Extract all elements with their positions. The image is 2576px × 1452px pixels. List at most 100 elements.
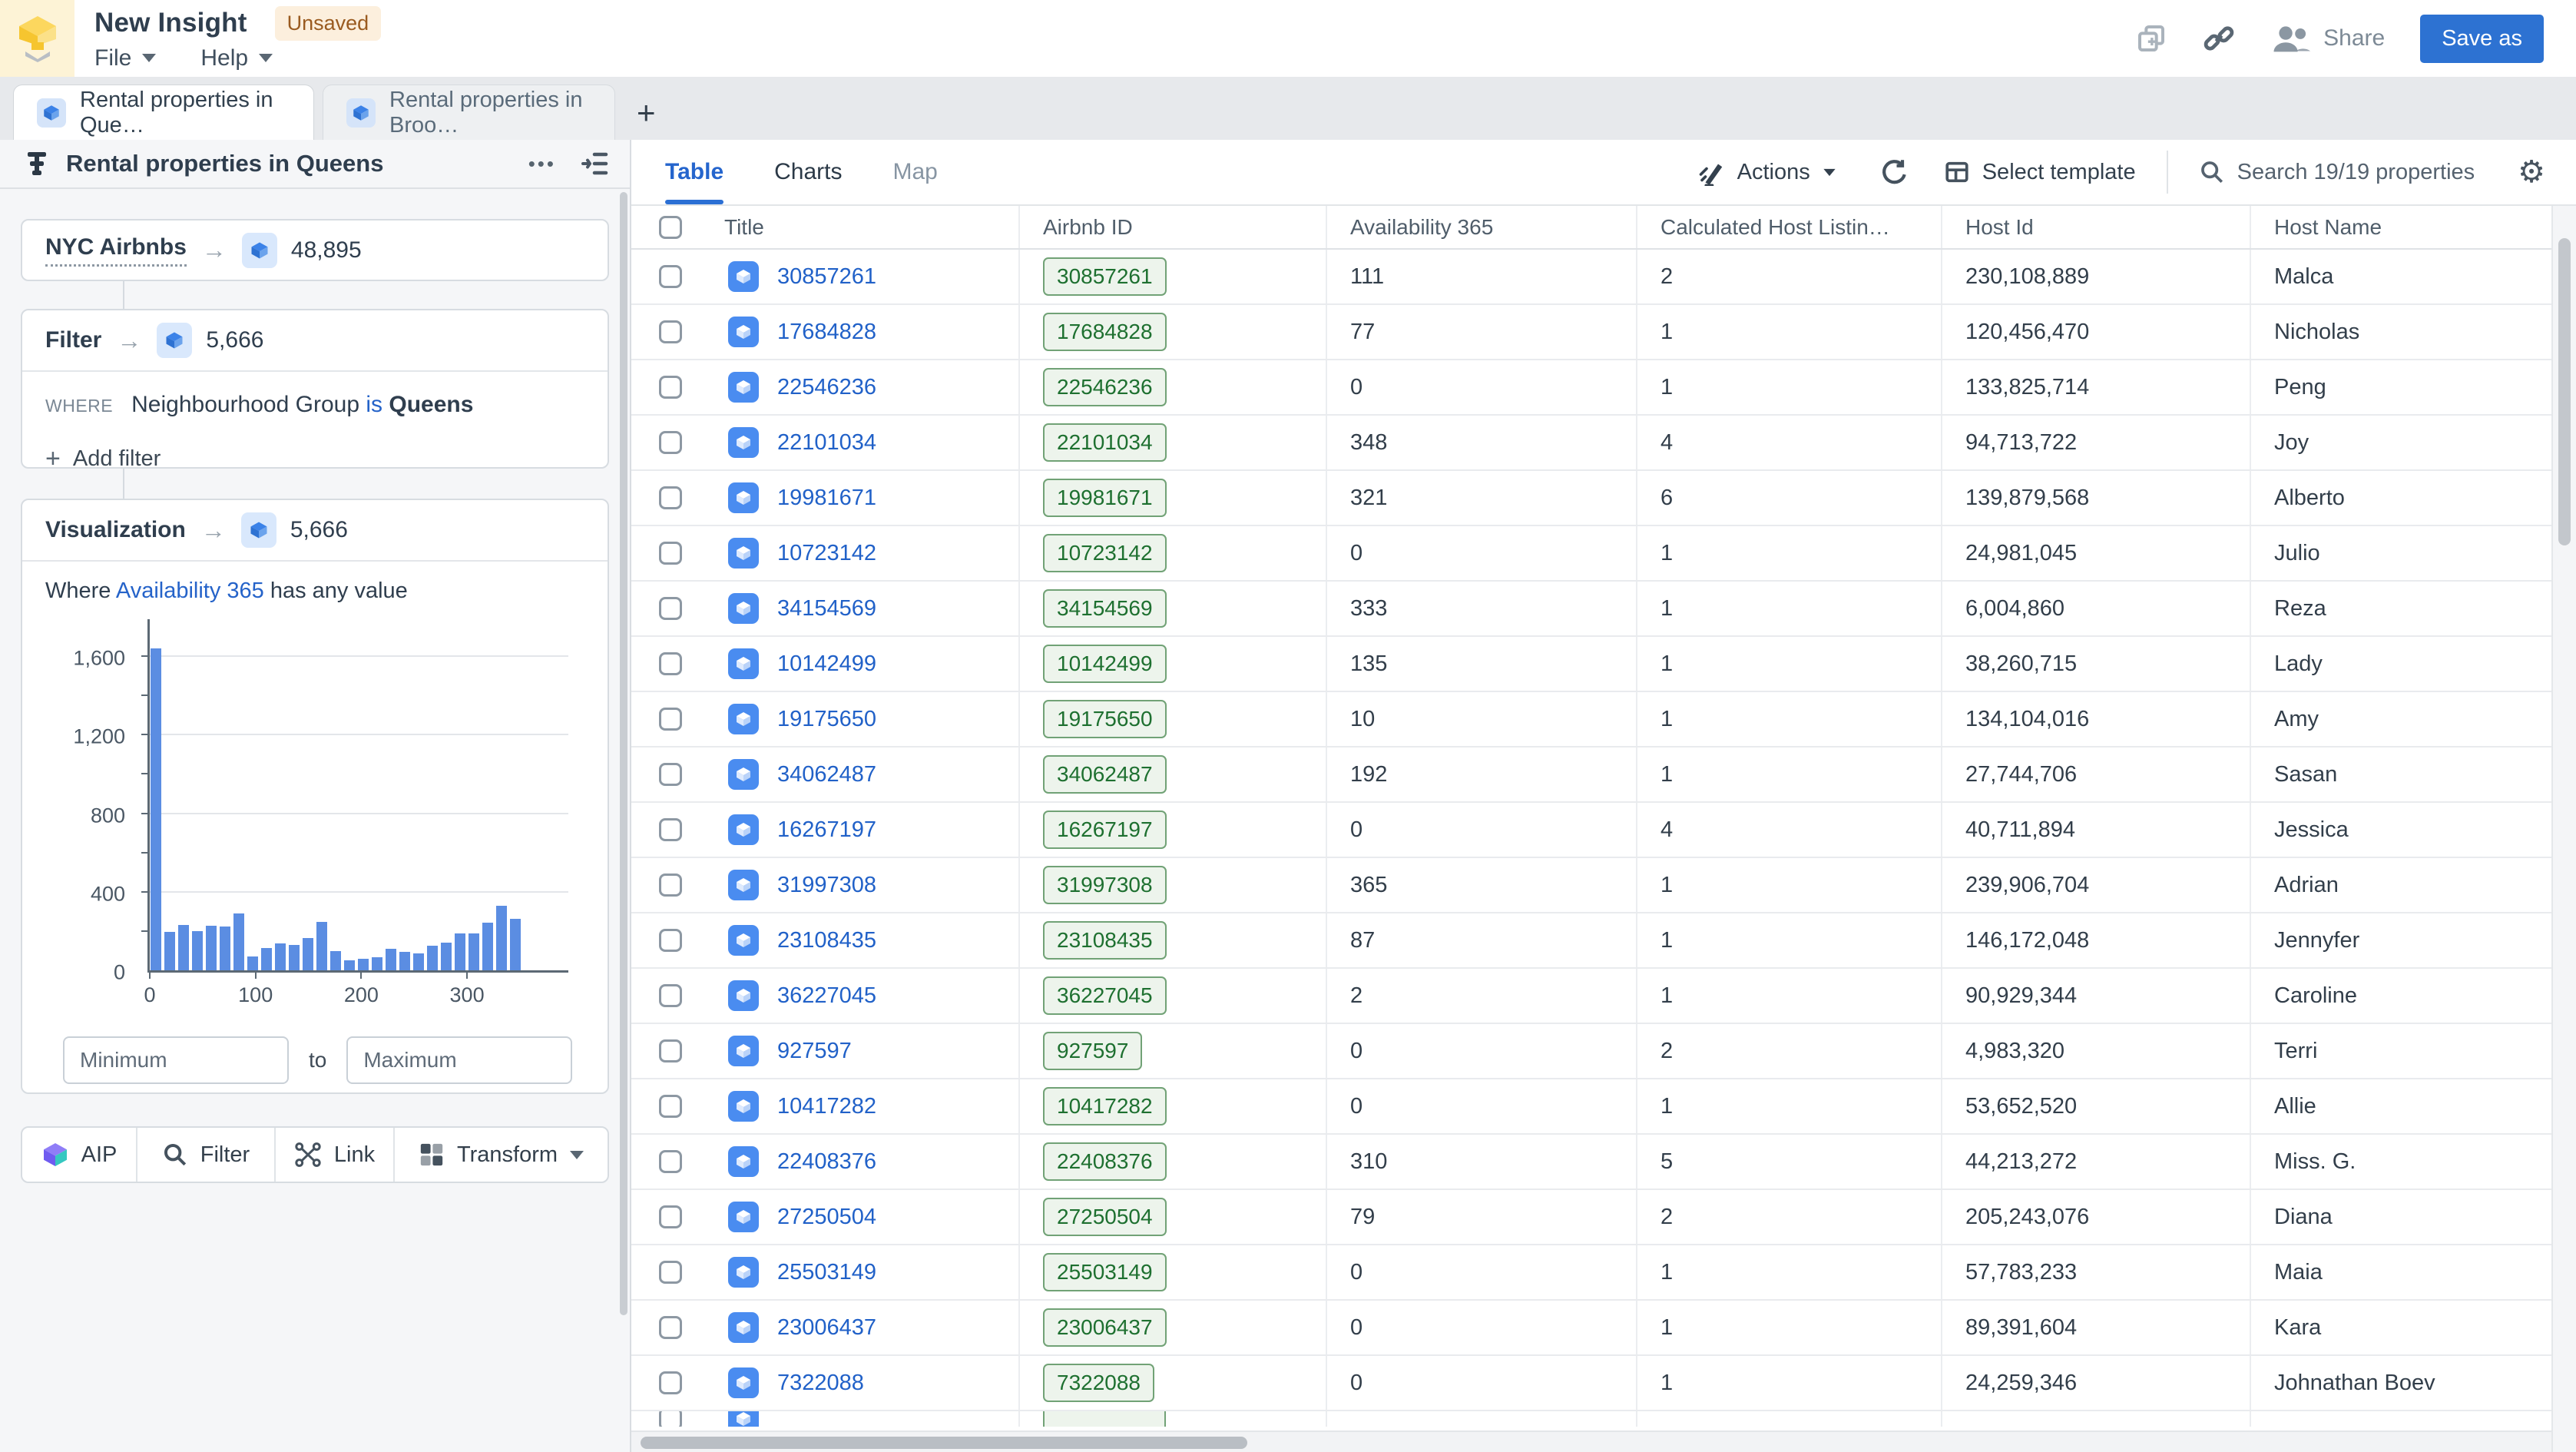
select-template-button[interactable]: Select template <box>1944 159 2136 185</box>
title-link[interactable]: 19981671 <box>777 486 876 511</box>
row-checkbox[interactable] <box>659 708 682 731</box>
table-row[interactable]: 22101034 22101034 348 4 94,713,722 Joy <box>631 416 2551 471</box>
table-row[interactable]: 30857261 30857261 111 2 230,108,889 Malc… <box>631 250 2551 305</box>
title-link[interactable]: 31997308 <box>777 873 876 898</box>
actions-menu-button[interactable]: Actions <box>1697 158 1836 186</box>
link-tool-button[interactable]: Link <box>276 1128 395 1182</box>
row-checkbox[interactable] <box>659 984 682 1007</box>
tab-map[interactable]: Map <box>893 140 938 204</box>
row-checkbox[interactable] <box>659 929 682 952</box>
histogram-bar[interactable] <box>413 953 424 970</box>
column-header-title[interactable]: Title <box>724 215 764 240</box>
histogram-plot[interactable]: 0100200300 <box>147 619 568 973</box>
row-checkbox[interactable] <box>659 1316 682 1339</box>
row-checkbox[interactable] <box>659 763 682 786</box>
app-logo[interactable] <box>0 0 74 77</box>
title-link[interactable]: 27250504 <box>777 1205 876 1230</box>
new-tab-button[interactable]: + <box>637 97 656 129</box>
row-checkbox[interactable] <box>659 376 682 399</box>
histogram-bar[interactable] <box>178 925 189 970</box>
histogram-bar[interactable] <box>330 951 341 970</box>
table-row[interactable]: 10417282 10417282 0 1 53,652,520 Allie <box>631 1079 2551 1135</box>
title-link[interactable]: 17684828 <box>777 320 876 345</box>
refresh-button[interactable] <box>1879 158 1907 186</box>
visualization-node-card[interactable]: Visualization → 5,666 Where Availability… <box>21 499 609 1094</box>
title-link[interactable]: 30857261 <box>777 264 876 290</box>
histogram-bar[interactable] <box>496 906 507 970</box>
table-row[interactable]: 16267197 16267197 0 4 40,711,894 Jessica <box>631 803 2551 858</box>
row-checkbox[interactable] <box>659 1205 682 1228</box>
row-checkbox[interactable] <box>659 265 682 288</box>
row-checkbox[interactable] <box>659 1261 682 1284</box>
title-link[interactable]: 7322088 <box>777 1371 864 1396</box>
search-properties-button[interactable]: Search 19/19 properties <box>2199 159 2475 185</box>
histogram-bar[interactable] <box>275 943 286 970</box>
doc-tab-queens[interactable]: Rental properties in Que… <box>13 85 314 140</box>
viz-field-link[interactable]: Availability 365 <box>116 578 264 603</box>
row-checkbox[interactable] <box>659 818 682 841</box>
column-header-host-name[interactable]: Host Name <box>2251 206 2551 248</box>
table-row[interactable]: 27250504 27250504 79 2 205,243,076 Diana <box>631 1190 2551 1245</box>
title-link[interactable]: 23108435 <box>777 928 876 953</box>
source-node-name[interactable]: NYC Airbnbs <box>45 234 187 267</box>
title-link[interactable]: 10417282 <box>777 1094 876 1119</box>
histogram-bar[interactable] <box>206 926 217 970</box>
title-link[interactable]: 10723142 <box>777 541 876 566</box>
share-button[interactable]: Share <box>2271 23 2385 54</box>
title-link[interactable]: 36227045 <box>777 983 876 1009</box>
viz-node-name[interactable]: Visualization <box>45 517 186 543</box>
histogram-bar[interactable] <box>358 959 369 970</box>
histogram-bar[interactable] <box>233 913 244 970</box>
column-header-airbnb-id[interactable]: Airbnb ID <box>1020 206 1327 248</box>
source-node-card[interactable]: NYC Airbnbs → 48,895 <box>21 219 609 281</box>
row-checkbox[interactable] <box>659 1095 682 1118</box>
table-row[interactable]: 19981671 19981671 321 6 139,879,568 Albe… <box>631 471 2551 526</box>
histogram-bar[interactable] <box>303 938 313 970</box>
table-row[interactable]: 23006437 23006437 0 1 89,391,604 Kara <box>631 1301 2551 1356</box>
collapse-panel-icon[interactable] <box>581 151 608 177</box>
more-options-button[interactable]: ••• <box>528 152 556 176</box>
histogram-bar[interactable] <box>247 956 258 970</box>
title-link[interactable]: 22101034 <box>777 430 876 456</box>
title-link[interactable]: 34154569 <box>777 596 876 622</box>
row-checkbox[interactable] <box>659 1371 682 1394</box>
help-menu[interactable]: Help <box>200 45 273 71</box>
histogram-bar[interactable] <box>261 948 272 970</box>
row-checkbox[interactable] <box>659 486 682 509</box>
transform-button[interactable]: Transform <box>395 1128 608 1182</box>
histogram-bar[interactable] <box>344 960 355 970</box>
title-link[interactable]: 16267197 <box>777 817 876 843</box>
title-link[interactable]: 25503149 <box>777 1260 876 1285</box>
save-as-button[interactable]: Save as <box>2420 15 2544 63</box>
file-menu[interactable]: File <box>94 45 156 71</box>
row-checkbox[interactable] <box>659 652 682 675</box>
vertical-scrollbar-thumb[interactable] <box>2558 238 2571 545</box>
filter-node-card[interactable]: Filter → 5,666 WHERE Neighbourhood Group… <box>21 309 609 469</box>
sidebar-scrollbar[interactable] <box>620 192 627 1315</box>
histogram-bar[interactable] <box>455 933 465 970</box>
title-link[interactable]: 19175650 <box>777 707 876 732</box>
histogram-bar[interactable] <box>164 932 175 970</box>
column-header-availability[interactable]: Availability 365 <box>1327 206 1637 248</box>
title-link[interactable]: 22408376 <box>777 1149 876 1175</box>
filter-clause[interactable]: WHERE Neighbourhood Group is Queens <box>22 372 608 418</box>
table-row[interactable]: 927597 927597 0 2 4,983,320 Terri <box>631 1024 2551 1079</box>
table-row[interactable]: 10142499 10142499 135 1 38,260,715 Lady <box>631 637 2551 692</box>
table-row[interactable]: 31997308 31997308 365 1 239,906,704 Adri… <box>631 858 2551 913</box>
row-checkbox[interactable] <box>659 1411 682 1427</box>
histogram-bar[interactable] <box>289 945 300 970</box>
minimum-input[interactable] <box>63 1036 289 1084</box>
table-row[interactable]: 22408376 22408376 310 5 44,213,272 Miss.… <box>631 1135 2551 1190</box>
table-row[interactable]: 25503149 25503149 0 1 57,783,233 Maia <box>631 1245 2551 1301</box>
table-row[interactable]: 19175650 19175650 10 1 134,104,016 Amy <box>631 692 2551 748</box>
histogram-bar[interactable] <box>482 923 493 970</box>
title-link[interactable]: 34062487 <box>777 762 876 787</box>
histogram-bar[interactable] <box>372 957 382 970</box>
table-row[interactable]: 7322088 7322088 0 1 24,259,346 Johnathan… <box>631 1356 2551 1411</box>
row-checkbox[interactable] <box>659 597 682 620</box>
tab-table[interactable]: Table <box>665 140 723 204</box>
row-checkbox[interactable] <box>659 1039 682 1062</box>
aip-button[interactable]: AIP <box>22 1128 137 1182</box>
duplicate-icon[interactable] <box>2136 23 2167 54</box>
select-all-checkbox[interactable] <box>659 216 682 239</box>
